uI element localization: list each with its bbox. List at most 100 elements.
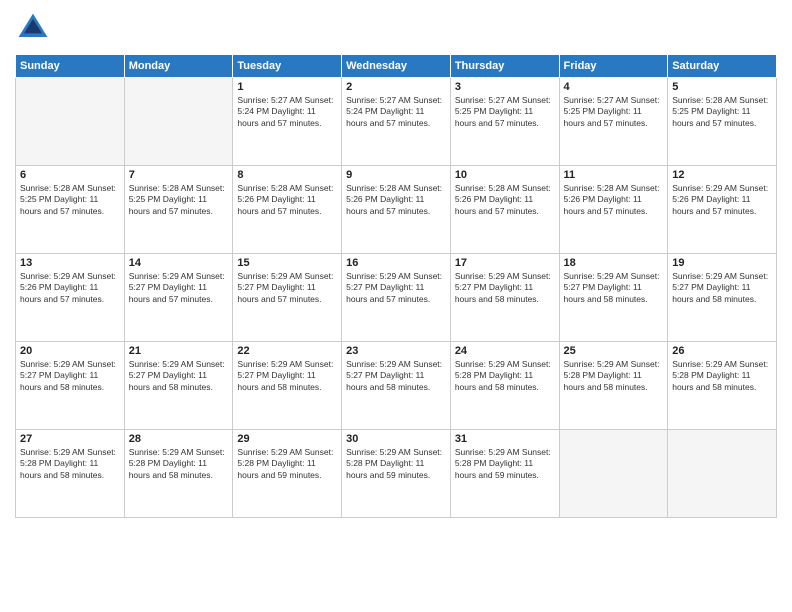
calendar-week-row: 20 Sunrise: 5:29 AM Sunset: 5:27 PM Dayli… [16, 342, 777, 430]
calendar-cell: 3 Sunrise: 5:27 AM Sunset: 5:25 PM Daylig… [450, 78, 559, 166]
calendar-cell: 4Sunrise: 5:27 AM Sunset: 5:25 PM Daylig… [559, 78, 668, 166]
calendar-cell: 8 Sunrise: 5:28 AM Sunset: 5:26 PM Daylig… [233, 166, 342, 254]
day-number: 27 [20, 433, 120, 445]
day-number: 11 [564, 169, 664, 181]
day-number: 30 [346, 433, 446, 445]
day-number: 28 [129, 433, 229, 445]
calendar-cell [668, 430, 777, 518]
calendar-cell: 31 Sunrise: 5:29 AM Sunset: 5:28 PM Dayli… [450, 430, 559, 518]
calendar-cell [16, 78, 125, 166]
day-info: Sunrise: 5:29 AM Sunset: 5:28 PM Dayligh… [129, 447, 229, 481]
calendar-cell: 26 Sunrise: 5:29 AM Sunset: 5:28 PM Dayli… [668, 342, 777, 430]
day-info: Sunrise: 5:29 AM Sunset: 5:28 PM Dayligh… [346, 447, 446, 481]
calendar-cell: 29 Sunrise: 5:29 AM Sunset: 5:28 PM Dayli… [233, 430, 342, 518]
calendar-week-row: 6 Sunrise: 5:28 AM Sunset: 5:25 PM Daylig… [16, 166, 777, 254]
calendar-week-row: 13Sunrise: 5:29 AM Sunset: 5:26 PM Dayli… [16, 254, 777, 342]
weekday-header: Saturday [668, 55, 777, 78]
day-number: 12 [672, 169, 772, 181]
day-number: 29 [237, 433, 337, 445]
day-info: Sunrise: 5:29 AM Sunset: 5:26 PM Dayligh… [672, 183, 772, 217]
day-info: Sunrise: 5:29 AM Sunset: 5:28 PM Dayligh… [20, 447, 120, 481]
day-info: Sunrise: 5:29 AM Sunset: 5:27 PM Dayligh… [346, 359, 446, 393]
calendar-cell: 13Sunrise: 5:29 AM Sunset: 5:26 PM Dayli… [16, 254, 125, 342]
calendar-week-row: 27 Sunrise: 5:29 AM Sunset: 5:28 PM Dayli… [16, 430, 777, 518]
day-number: 24 [455, 345, 555, 357]
calendar-cell: 23 Sunrise: 5:29 AM Sunset: 5:27 PM Dayli… [342, 342, 451, 430]
day-info: Sunrise: 5:29 AM Sunset: 5:26 PM Dayligh… [20, 271, 120, 305]
weekday-header: Tuesday [233, 55, 342, 78]
calendar-cell [559, 430, 668, 518]
day-info: Sunrise: 5:29 AM Sunset: 5:27 PM Dayligh… [672, 271, 772, 305]
day-number: 18 [564, 257, 664, 269]
day-info: Sunrise: 5:29 AM Sunset: 5:27 PM Dayligh… [564, 271, 664, 305]
weekday-header: Sunday [16, 55, 125, 78]
calendar-cell: 12 Sunrise: 5:29 AM Sunset: 5:26 PM Dayli… [668, 166, 777, 254]
weekday-header: Friday [559, 55, 668, 78]
day-number: 6 [20, 169, 120, 181]
day-info: Sunrise: 5:28 AM Sunset: 5:26 PM Dayligh… [455, 183, 555, 217]
day-number: 8 [237, 169, 337, 181]
calendar-cell: 17 Sunrise: 5:29 AM Sunset: 5:27 PM Dayli… [450, 254, 559, 342]
day-number: 3 [455, 81, 555, 93]
weekday-header-row: SundayMondayTuesdayWednesdayThursdayFrid… [16, 55, 777, 78]
calendar-table: SundayMondayTuesdayWednesdayThursdayFrid… [15, 54, 777, 518]
calendar-cell: 7 Sunrise: 5:28 AM Sunset: 5:25 PM Daylig… [124, 166, 233, 254]
calendar-cell: 30 Sunrise: 5:29 AM Sunset: 5:28 PM Dayli… [342, 430, 451, 518]
calendar-cell: 5 Sunrise: 5:28 AM Sunset: 5:25 PM Daylig… [668, 78, 777, 166]
calendar-cell: 20 Sunrise: 5:29 AM Sunset: 5:27 PM Dayli… [16, 342, 125, 430]
day-info: Sunrise: 5:27 AM Sunset: 5:24 PM Dayligh… [346, 95, 446, 129]
calendar-cell: 28 Sunrise: 5:29 AM Sunset: 5:28 PM Dayli… [124, 430, 233, 518]
day-number: 1 [237, 81, 337, 93]
day-number: 14 [129, 257, 229, 269]
calendar-cell: 16Sunrise: 5:29 AM Sunset: 5:27 PM Dayli… [342, 254, 451, 342]
day-number: 19 [672, 257, 772, 269]
calendar-week-row: 1 Sunrise: 5:27 AM Sunset: 5:24 PM Daylig… [16, 78, 777, 166]
calendar-cell: 24 Sunrise: 5:29 AM Sunset: 5:28 PM Dayli… [450, 342, 559, 430]
day-info: Sunrise: 5:29 AM Sunset: 5:28 PM Dayligh… [455, 359, 555, 393]
day-number: 23 [346, 345, 446, 357]
day-info: Sunrise: 5:29 AM Sunset: 5:28 PM Dayligh… [237, 447, 337, 481]
day-info: Sunrise: 5:28 AM Sunset: 5:26 PM Dayligh… [346, 183, 446, 217]
day-info: Sunrise: 5:28 AM Sunset: 5:25 PM Dayligh… [672, 95, 772, 129]
day-info: Sunrise: 5:29 AM Sunset: 5:27 PM Dayligh… [20, 359, 120, 393]
day-number: 7 [129, 169, 229, 181]
day-info: Sunrise: 5:28 AM Sunset: 5:26 PM Dayligh… [564, 183, 664, 217]
day-number: 20 [20, 345, 120, 357]
calendar-cell: 21Sunrise: 5:29 AM Sunset: 5:27 PM Dayli… [124, 342, 233, 430]
day-info: Sunrise: 5:29 AM Sunset: 5:28 PM Dayligh… [455, 447, 555, 481]
day-number: 22 [237, 345, 337, 357]
day-number: 16 [346, 257, 446, 269]
day-number: 2 [346, 81, 446, 93]
day-info: Sunrise: 5:29 AM Sunset: 5:28 PM Dayligh… [672, 359, 772, 393]
calendar-cell: 25 Sunrise: 5:29 AM Sunset: 5:28 PM Dayli… [559, 342, 668, 430]
weekday-header: Monday [124, 55, 233, 78]
day-info: Sunrise: 5:28 AM Sunset: 5:26 PM Dayligh… [237, 183, 337, 217]
day-number: 9 [346, 169, 446, 181]
day-number: 5 [672, 81, 772, 93]
calendar-cell: 15 Sunrise: 5:29 AM Sunset: 5:27 PM Dayli… [233, 254, 342, 342]
calendar-cell: 2 Sunrise: 5:27 AM Sunset: 5:24 PM Daylig… [342, 78, 451, 166]
day-number: 15 [237, 257, 337, 269]
day-number: 31 [455, 433, 555, 445]
weekday-header: Wednesday [342, 55, 451, 78]
day-number: 17 [455, 257, 555, 269]
day-info: Sunrise: 5:29 AM Sunset: 5:27 PM Dayligh… [237, 271, 337, 305]
day-info: Sunrise: 5:28 AM Sunset: 5:25 PM Dayligh… [20, 183, 120, 217]
day-number: 26 [672, 345, 772, 357]
calendar-cell: 1Sunrise: 5:27 AM Sunset: 5:24 PM Daylig… [233, 78, 342, 166]
calendar-cell: 19 Sunrise: 5:29 AM Sunset: 5:27 PM Dayli… [668, 254, 777, 342]
day-number: 25 [564, 345, 664, 357]
calendar-cell: 22Sunrise: 5:29 AM Sunset: 5:27 PM Dayli… [233, 342, 342, 430]
day-number: 4 [564, 81, 664, 93]
page: SundayMondayTuesdayWednesdayThursdayFrid… [0, 0, 792, 612]
day-info: Sunrise: 5:29 AM Sunset: 5:27 PM Dayligh… [129, 271, 229, 305]
day-info: Sunrise: 5:29 AM Sunset: 5:27 PM Dayligh… [455, 271, 555, 305]
calendar-cell: 10Sunrise: 5:28 AM Sunset: 5:26 PM Dayli… [450, 166, 559, 254]
day-info: Sunrise: 5:28 AM Sunset: 5:25 PM Dayligh… [129, 183, 229, 217]
calendar-cell: 27 Sunrise: 5:29 AM Sunset: 5:28 PM Dayli… [16, 430, 125, 518]
day-info: Sunrise: 5:27 AM Sunset: 5:25 PM Dayligh… [455, 95, 555, 129]
logo [15, 10, 55, 46]
weekday-header: Thursday [450, 55, 559, 78]
day-info: Sunrise: 5:29 AM Sunset: 5:28 PM Dayligh… [564, 359, 664, 393]
day-number: 21 [129, 345, 229, 357]
